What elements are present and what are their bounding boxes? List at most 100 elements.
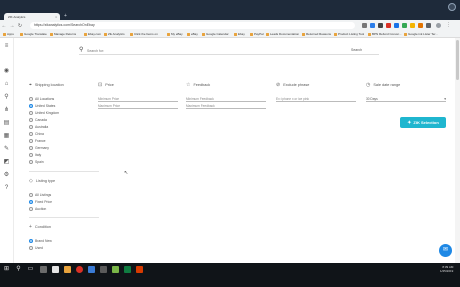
extension-icon[interactable] xyxy=(394,23,399,28)
browser-tab[interactable]: ZIK Analytics × xyxy=(4,13,60,20)
search-input[interactable] xyxy=(87,47,327,54)
radio-germany[interactable]: Germany xyxy=(29,146,49,150)
maximum-feedback-input[interactable]: Maximum Feedback xyxy=(186,103,266,109)
scrollbar[interactable] xyxy=(455,38,460,263)
radio-dot[interactable] xyxy=(29,200,33,204)
app-icon[interactable] xyxy=(112,266,119,273)
bookmark-item[interactable]: Google ink Lister Ter... xyxy=(404,32,438,36)
bookmark-item[interactable]: Manage Returns xyxy=(50,32,76,36)
tag-icon[interactable]: ◩ xyxy=(3,159,10,166)
profile-avatar[interactable] xyxy=(448,3,456,11)
app-icon[interactable] xyxy=(136,266,143,273)
excel-icon[interactable] xyxy=(124,266,131,273)
shop-icon[interactable]: ▤ xyxy=(3,120,10,127)
extension-icon[interactable] xyxy=(410,23,415,28)
extension-icon[interactable] xyxy=(370,23,375,28)
radio-dot[interactable] xyxy=(29,139,33,143)
radio-france[interactable]: France xyxy=(29,139,46,143)
maximum-price-input[interactable]: Maximum Price xyxy=(98,103,178,109)
search-icon[interactable]: ⚲ xyxy=(3,94,10,101)
taskbar-clock[interactable]: 8:39 AM 1/25/2019 xyxy=(440,265,453,273)
scrollbar-thumb[interactable] xyxy=(456,40,459,80)
radio-dot[interactable] xyxy=(29,125,33,129)
extension-icon[interactable] xyxy=(426,23,431,28)
bookmark-item[interactable]: Google Calendar xyxy=(202,32,229,36)
radio-dot[interactable] xyxy=(29,111,33,115)
radio-dot[interactable] xyxy=(29,132,33,136)
bookmark-item[interactable]: Click the Items on xyxy=(130,32,158,36)
bookmark-item[interactable]: Apps xyxy=(3,32,14,36)
eye-icon[interactable]: ◉ xyxy=(3,68,10,75)
user-avatar-icon[interactable] xyxy=(436,23,441,28)
task-view-icon[interactable]: ▭ xyxy=(27,266,34,273)
forward-icon[interactable]: → xyxy=(8,23,16,29)
zik-selection-button[interactable]: ✦ ZIK Selection xyxy=(400,117,446,128)
bookmark-item[interactable]: PayPal xyxy=(250,32,264,36)
bookmark-item[interactable]: Returned Reasons xyxy=(302,32,331,36)
extension-icon[interactable] xyxy=(378,23,383,28)
back-icon[interactable]: ← xyxy=(0,23,8,29)
app-icon[interactable] xyxy=(100,266,107,273)
menu-icon[interactable]: ≡ xyxy=(3,43,10,50)
radio-dot[interactable] xyxy=(29,207,33,211)
chrome-icon[interactable] xyxy=(76,266,83,273)
bookmark-item[interactable]: eBay xyxy=(187,32,198,36)
graduation-cap-icon[interactable]: ✎ xyxy=(3,146,10,153)
radio-australia[interactable]: Australia xyxy=(29,125,48,129)
bookmark-item[interactable]: Ebay xyxy=(234,32,245,36)
radio-spain[interactable]: Spain xyxy=(29,160,44,164)
radio-dot[interactable] xyxy=(29,193,33,197)
bookmark-item[interactable]: BPN Refund Conver... xyxy=(368,32,402,36)
bookmark-item[interactable]: Leads Documentation xyxy=(266,32,299,36)
settings-icon[interactable]: ⚙ xyxy=(3,172,10,179)
bookmark-item[interactable]: Google Translate xyxy=(20,32,47,36)
radio-dot[interactable] xyxy=(29,153,33,157)
radio-dot[interactable] xyxy=(29,146,33,150)
address-bar[interactable]: https://zikanalytics.com/SearchOnEbay xyxy=(30,22,355,29)
radio-italy[interactable]: Italy xyxy=(29,153,41,157)
bookmark-item[interactable]: Zik Analytics xyxy=(104,32,125,36)
windows-start-icon[interactable]: ⊞ xyxy=(3,266,10,273)
radio-all-locations[interactable]: All Locations xyxy=(29,97,54,101)
app-icon[interactable] xyxy=(88,266,95,273)
radio-china[interactable]: China xyxy=(29,132,44,136)
radio-canada[interactable]: Canada xyxy=(29,118,47,122)
help-icon[interactable]: ? xyxy=(3,185,10,192)
new-tab-button[interactable]: + xyxy=(64,13,67,20)
radio-brand-new[interactable]: Brand New xyxy=(29,239,52,243)
home-icon[interactable]: ⌂ xyxy=(3,81,10,88)
search-button[interactable]: Search xyxy=(351,47,362,54)
radio-united-kingdom[interactable]: United Kingdom xyxy=(29,111,59,115)
calendar-icon[interactable]: ▦ xyxy=(3,133,10,140)
radio-fixed-price[interactable]: Fixed Price xyxy=(29,200,52,204)
minimum-price-input[interactable]: Minimum Price xyxy=(98,96,178,102)
store-icon[interactable] xyxy=(52,266,59,273)
radio-dot[interactable] xyxy=(29,246,33,250)
minimum-feedback-input[interactable]: Minimum Feedback xyxy=(186,96,266,102)
bookmark-item[interactable]: My eBay xyxy=(167,32,183,36)
menu-dots-icon[interactable]: ⋮ xyxy=(446,23,451,28)
bookmark-item[interactable]: Ebay.com xyxy=(84,32,101,36)
reload-icon[interactable]: ↻ xyxy=(16,23,24,29)
sale-date-range-select[interactable]: 30 Days ▾ xyxy=(366,96,446,102)
radio-dot[interactable] xyxy=(29,239,33,243)
radio-used[interactable]: Used xyxy=(29,246,43,250)
exclude-phrase-input[interactable]: Ex: iphone x or ice pink xyxy=(276,96,356,102)
chat-icon[interactable]: ✉ xyxy=(439,244,452,257)
extension-icon[interactable] xyxy=(402,23,407,28)
radio-dot[interactable] xyxy=(29,160,33,164)
radio-dot[interactable] xyxy=(29,118,33,122)
bookmark-star-icon[interactable] xyxy=(362,23,367,28)
radio-dot[interactable] xyxy=(29,104,33,108)
radio-auction[interactable]: Auction xyxy=(29,207,46,211)
tab-close-icon[interactable]: × xyxy=(55,15,57,19)
hierarchy-icon[interactable]: ⋔ xyxy=(3,107,10,114)
extension-icon[interactable] xyxy=(386,23,391,28)
file-explorer-icon[interactable] xyxy=(40,266,47,273)
radio-dot[interactable] xyxy=(29,97,33,101)
radio-united-states[interactable]: United States xyxy=(29,104,55,108)
bookmark-item[interactable]: Product Listing Tool xyxy=(334,32,364,36)
explorer-icon[interactable] xyxy=(64,266,71,273)
search-icon[interactable]: ⚲ xyxy=(15,266,22,273)
radio-all-listings[interactable]: All Listings xyxy=(29,193,51,197)
